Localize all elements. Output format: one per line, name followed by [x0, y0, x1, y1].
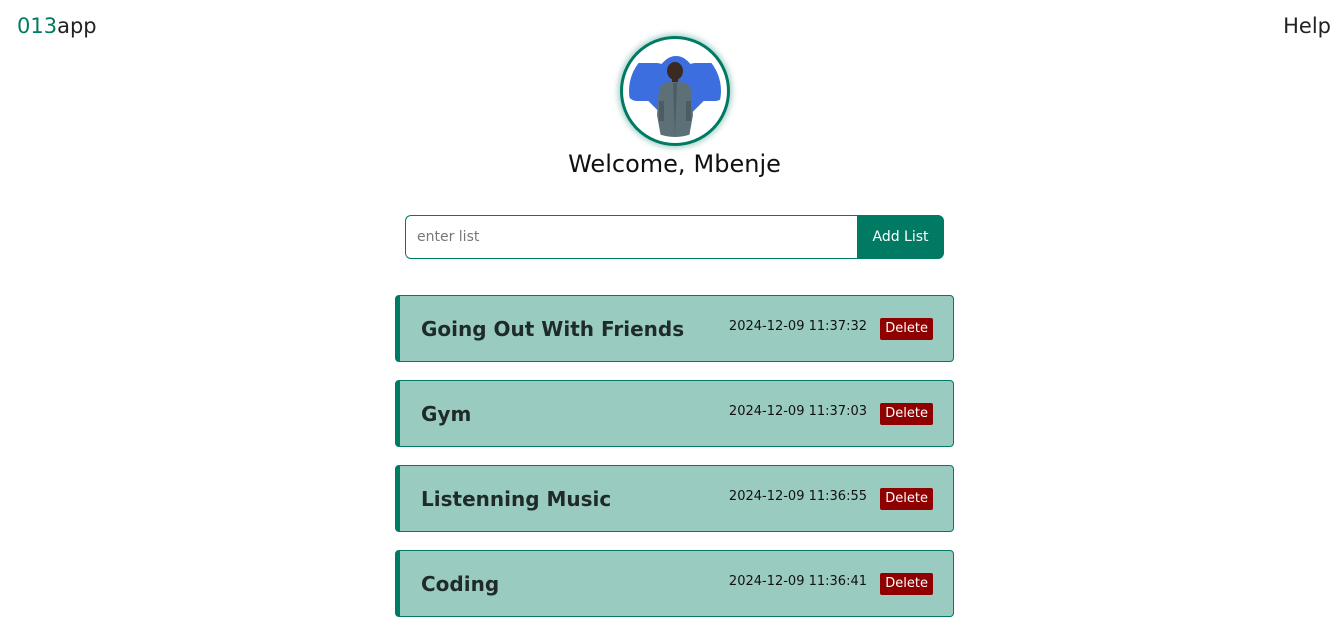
avatar [620, 36, 730, 146]
brand-logo[interactable]: 013app [17, 13, 97, 39]
brand-rest: app [57, 14, 97, 38]
help-link[interactable]: Help [1283, 13, 1331, 39]
delete-button[interactable]: Delete [880, 318, 933, 340]
list-item[interactable]: Listenning Music 2024-12-09 11:36:55 Del… [395, 465, 954, 532]
list-item-timestamp: 2024-12-09 11:37:32 [728, 319, 867, 334]
brand-accent: 013 [17, 14, 58, 38]
add-list-form: Add List [405, 215, 944, 259]
delete-button[interactable]: Delete [880, 573, 933, 595]
delete-button[interactable]: Delete [880, 403, 933, 425]
welcome-heading: Welcome, Mbenje [0, 148, 1343, 180]
welcome-prefix: Welcome, [568, 150, 686, 178]
add-list-button[interactable]: Add List [857, 215, 944, 259]
list-item-title: Coding [421, 571, 500, 596]
list-container: Going Out With Friends 2024-12-09 11:37:… [395, 295, 954, 625]
list-item-timestamp: 2024-12-09 11:36:55 [728, 489, 867, 504]
avatar-photo [629, 45, 721, 137]
list-item-timestamp: 2024-12-09 11:36:41 [728, 574, 867, 589]
list-input[interactable] [405, 215, 857, 259]
list-item-title: Listenning Music [421, 486, 612, 511]
list-item[interactable]: Coding 2024-12-09 11:36:41 Delete [395, 550, 954, 617]
list-item[interactable]: Gym 2024-12-09 11:37:03 Delete [395, 380, 954, 447]
list-item-title: Gym [421, 401, 472, 426]
user-photo-icon [629, 45, 721, 137]
user-name: Mbenje [693, 150, 781, 178]
list-item-timestamp: 2024-12-09 11:37:03 [728, 404, 867, 419]
list-item[interactable]: Going Out With Friends 2024-12-09 11:37:… [395, 295, 954, 362]
page: 013app Help Welcome, Mbenje Add [0, 0, 1343, 625]
delete-button[interactable]: Delete [880, 488, 933, 510]
list-item-title: Going Out With Friends [421, 316, 685, 341]
